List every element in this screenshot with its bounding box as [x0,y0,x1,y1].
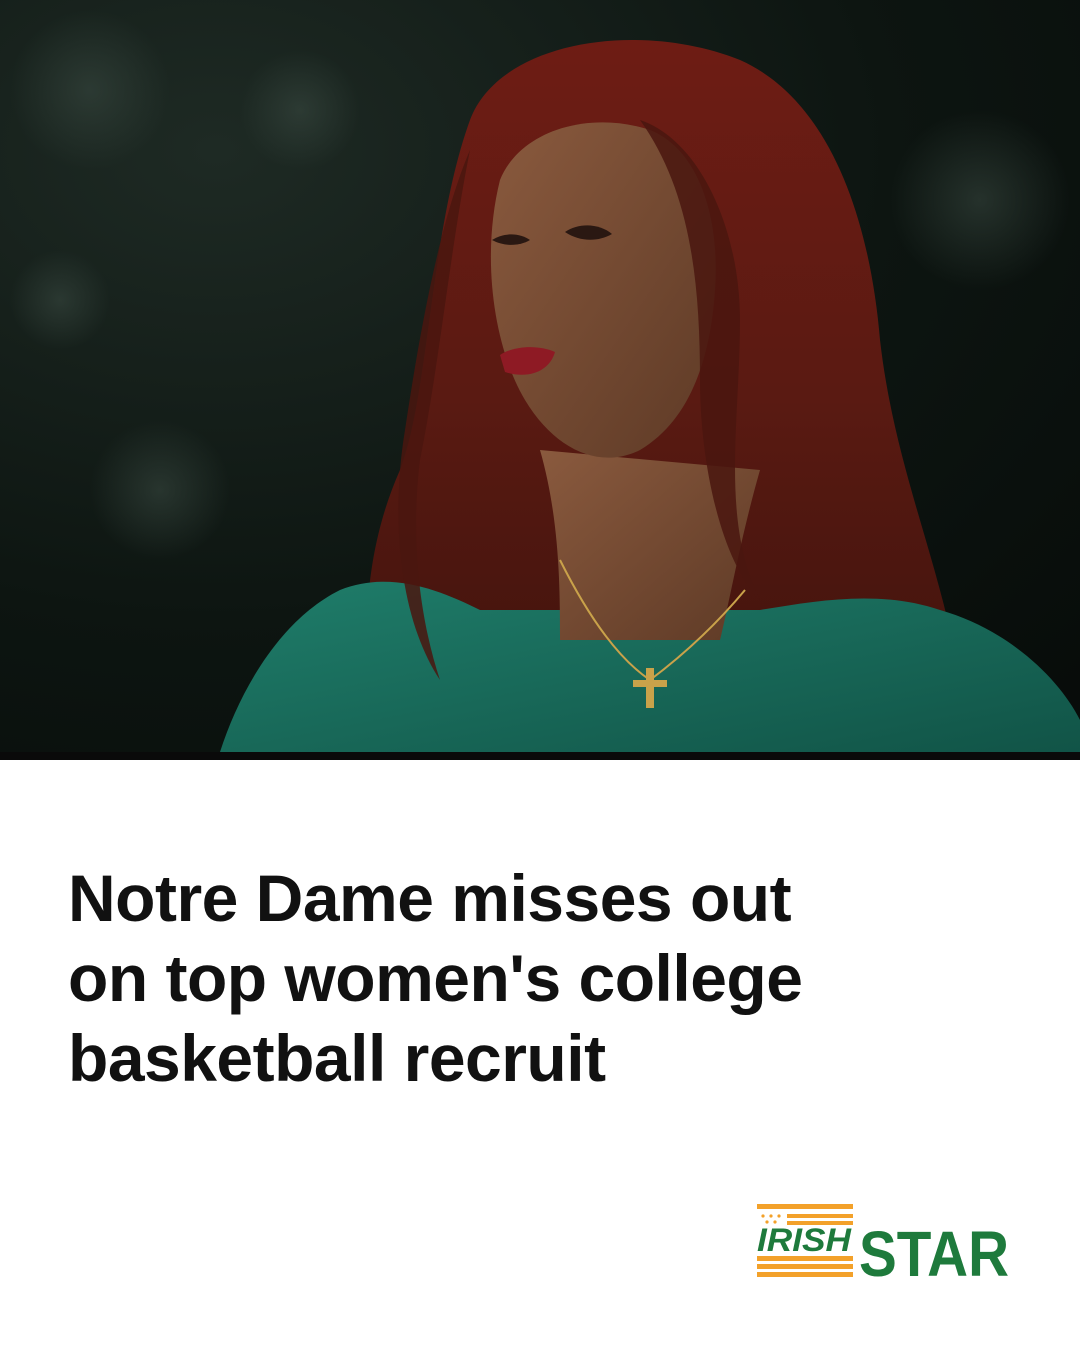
hero-photo [0,0,1080,752]
headline-line-2: on top women's college [68,941,803,1015]
headline-line-1: Notre Dame misses out [68,861,792,935]
irish-star-logo: IRISH STAR [755,1196,1015,1290]
logo-word-star: STAR [859,1218,1009,1286]
photo-divider [0,752,1080,760]
logo-word-irish: IRISH [757,1222,852,1258]
article-card: Notre Dame misses out on top women's col… [0,0,1080,1350]
headline: Notre Dame misses out on top women's col… [68,858,968,1098]
headline-line-3: basketball recruit [68,1021,606,1095]
